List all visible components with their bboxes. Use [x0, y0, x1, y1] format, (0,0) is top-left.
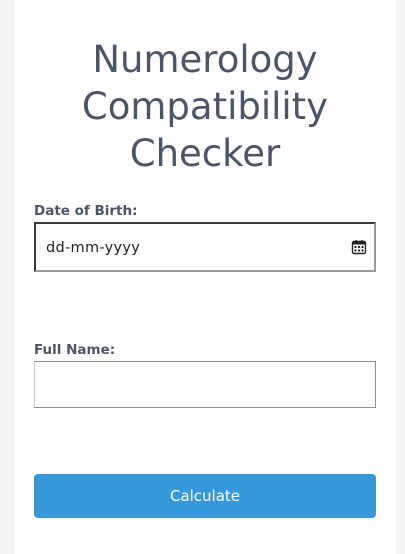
name-label: Full Name: [34, 342, 116, 358]
page-title-line-1: Numerology [92, 38, 318, 81]
dob-placeholder: dd-mm-yyyy [46, 240, 141, 256]
dob-date-input[interactable]: dd-mm-yyyy [34, 222, 376, 272]
dob-label: Date of Birth: [34, 203, 138, 219]
checker-card: Numerology Compatibility Checker Date of… [14, 0, 396, 554]
calculate-button[interactable]: Calculate [34, 474, 376, 518]
page-title: Numerology Compatibility Checker [14, 36, 396, 177]
full-name-input[interactable] [34, 361, 376, 408]
calendar-icon[interactable] [351, 239, 367, 255]
page-title-line-3: Checker [129, 132, 281, 175]
page-title-line-2: Compatibility [81, 85, 329, 128]
